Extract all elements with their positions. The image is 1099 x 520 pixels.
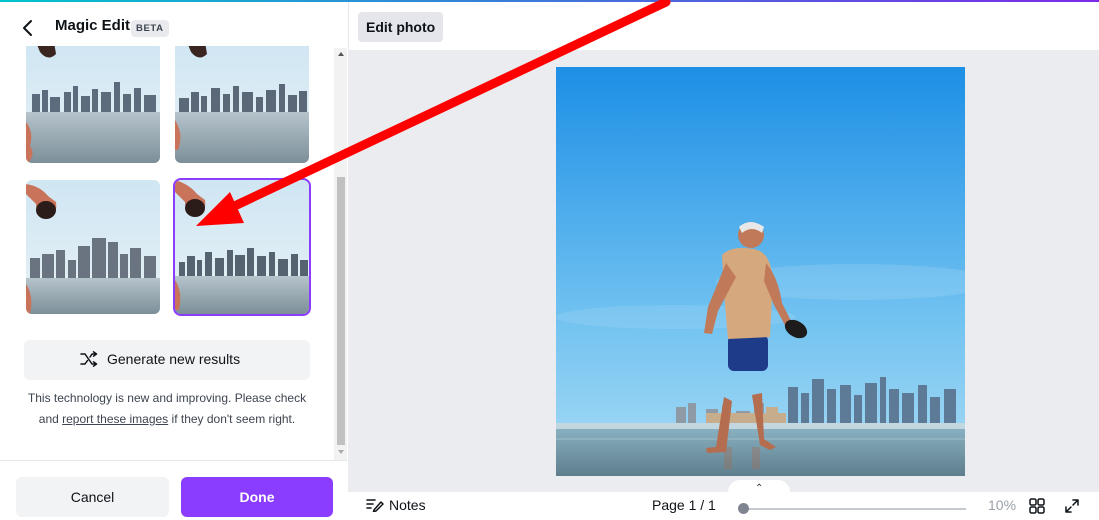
footer-divider [0, 460, 348, 461]
shuffle-icon [80, 351, 98, 372]
scroll-down-arrow-icon[interactable] [338, 450, 344, 454]
editor-area: Edit photo ⌃ Notes Page 1 / 1 10% [348, 2, 1099, 519]
editor-bottom-bar: Notes Page 1 / 1 10% [348, 492, 1099, 519]
disclaimer-text-end: if they don't seem right. [168, 411, 296, 426]
canvas-photo[interactable] [556, 67, 996, 476]
panel-title: Magic Edit [55, 17, 131, 34]
generate-new-results-button[interactable]: Generate new results [24, 340, 310, 380]
result-thumbnail-4[interactable] [173, 178, 311, 316]
scrollbar-thumb[interactable] [337, 177, 345, 445]
notes-label: Notes [389, 497, 426, 513]
magic-edit-panel: Magic Edit BETA Generate new results Thi… [0, 2, 348, 519]
disclaimer-text: This technology is new and improving. Pl… [22, 388, 312, 429]
beta-badge: BETA [131, 20, 169, 37]
edit-photo-button[interactable]: Edit photo [358, 12, 444, 42]
chevron-left-icon[interactable] [16, 16, 40, 40]
result-thumbnail-3[interactable] [26, 180, 160, 314]
result-thumbnail-2[interactable] [175, 46, 309, 163]
editor-toolbar: Edit photo [348, 2, 1099, 50]
panel-header: Magic Edit BETA [0, 2, 348, 52]
scroll-up-arrow-icon[interactable] [338, 52, 344, 56]
grid-view-icon[interactable] [1028, 497, 1046, 520]
zoom-slider-track[interactable] [741, 508, 966, 510]
cancel-button[interactable]: Cancel [16, 477, 169, 517]
done-button[interactable]: Done [181, 477, 333, 517]
expand-icon[interactable] [1063, 497, 1081, 520]
notes-pen-icon [366, 498, 384, 517]
result-thumbnail-1[interactable] [26, 46, 160, 163]
zoom-slider-handle[interactable] [738, 503, 749, 514]
zoom-value[interactable]: 10% [988, 497, 1016, 513]
page-indicator[interactable]: Page 1 / 1 [652, 497, 716, 513]
report-images-link[interactable]: report these images [62, 412, 168, 426]
generate-new-results-label: Generate new results [107, 351, 241, 367]
